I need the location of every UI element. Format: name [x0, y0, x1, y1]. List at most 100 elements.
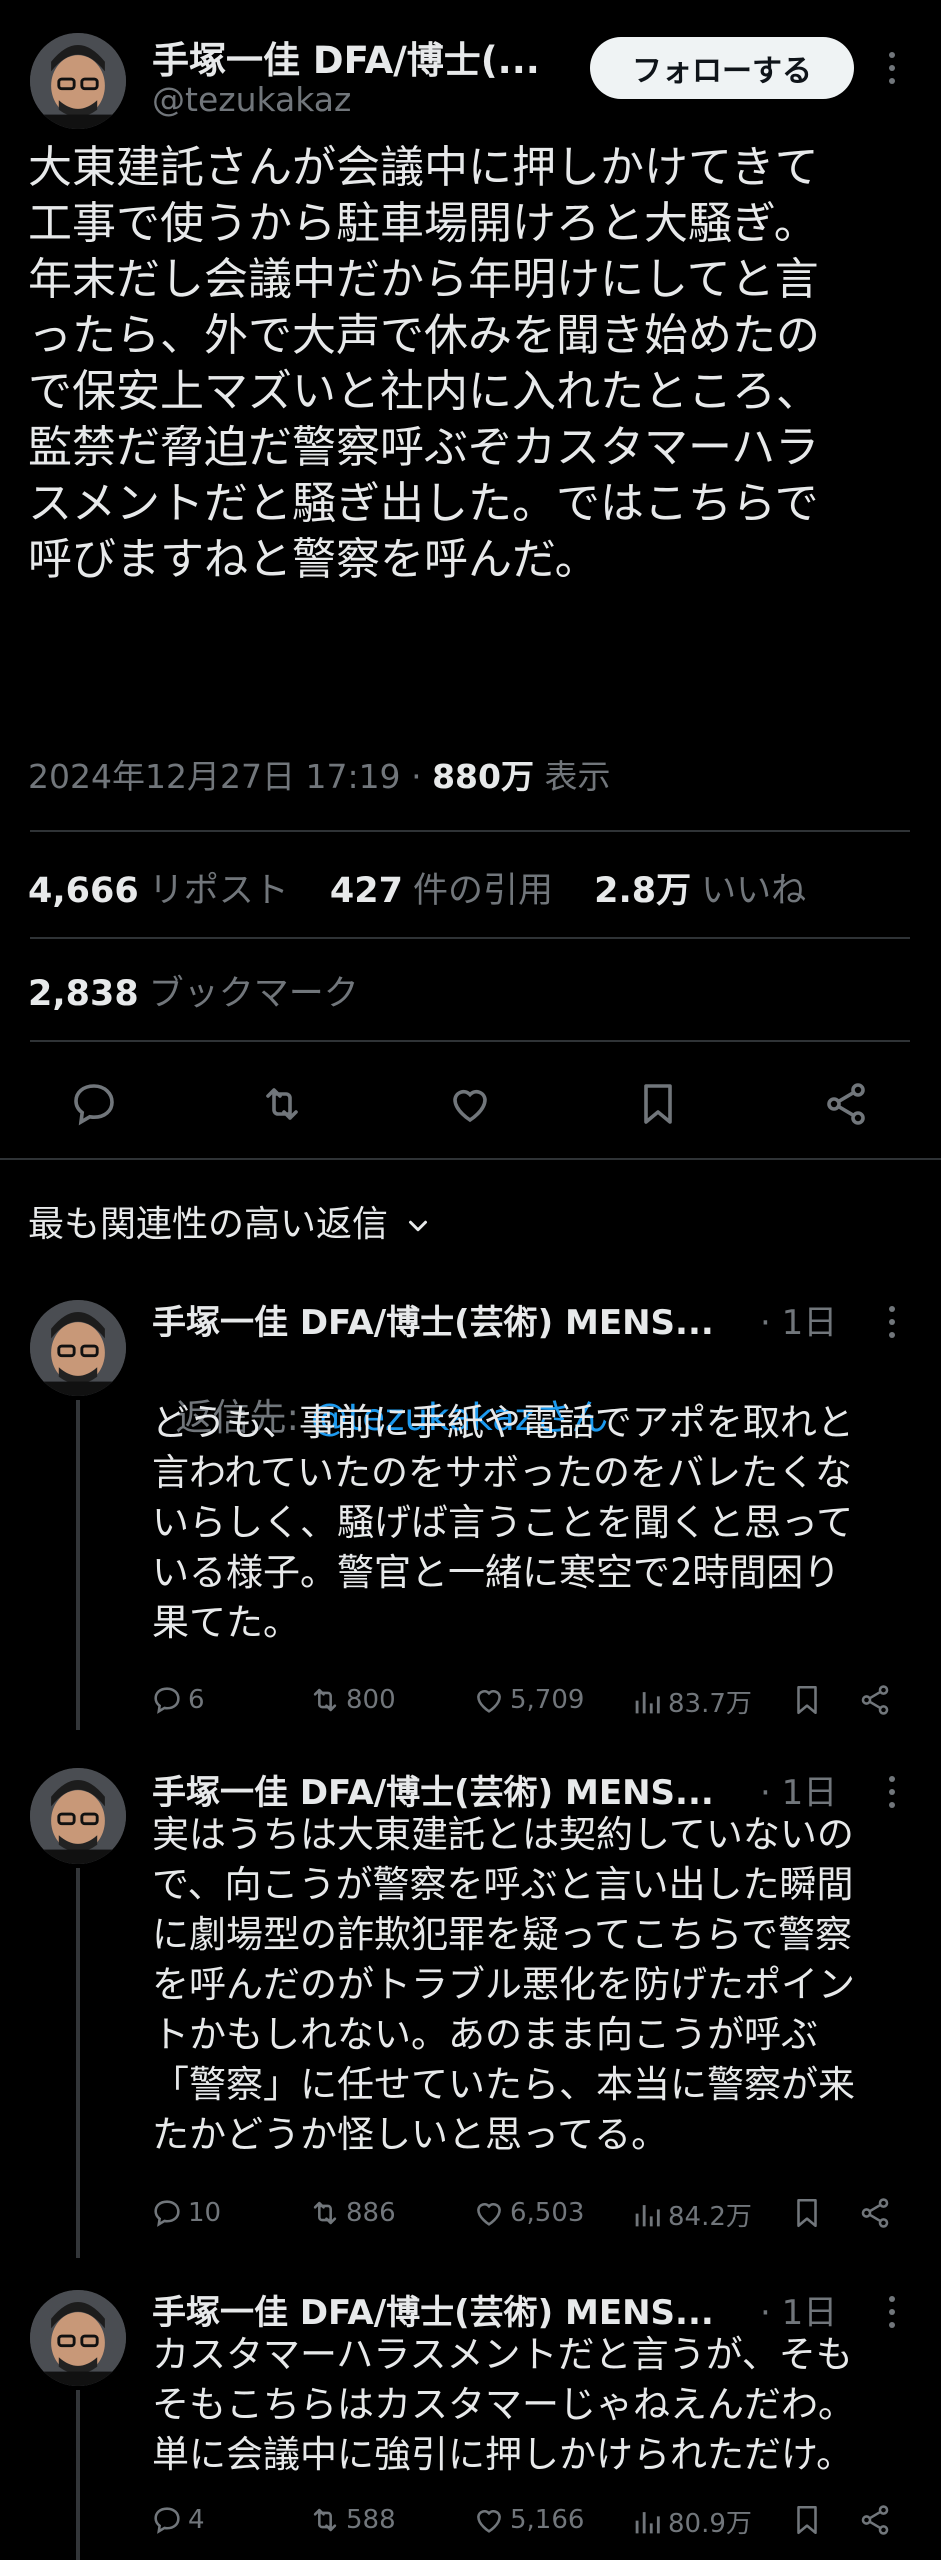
reply-icon — [154, 1687, 180, 1714]
tweet-date[interactable]: 2024年12月27日 17:19 — [28, 757, 401, 796]
like-button[interactable]: 5,166 — [472, 2503, 584, 2537]
bookmark-button[interactable] — [790, 1683, 824, 1717]
like-icon — [477, 1690, 501, 1713]
reply-text: カスタマーハラスメントだと言うが、そも そもこちらはカスタマーじゃねえんだわ。 … — [152, 2333, 855, 2476]
like-count[interactable]: 2.8万 — [594, 871, 691, 911]
engagement-stats: 4,666 リポスト 427 件の引用 2.8万 いいね — [28, 862, 836, 913]
view-count: 80.9万 — [668, 2509, 752, 2539]
thread-line — [76, 1400, 80, 1730]
reply-icon[interactable] — [70, 1080, 118, 1128]
reply-action-bar: 10 886 6,503 84.2万 — [0, 2196, 941, 2240]
meta-separator: · — [411, 757, 422, 796]
divider — [30, 937, 910, 939]
views-button[interactable]: 83.7万 — [630, 1683, 752, 1720]
reply-count: 10 — [188, 2198, 222, 2228]
chevron-down-icon — [409, 1220, 428, 1232]
bookmark-stats: 2,838 ブックマーク — [28, 965, 389, 1016]
like-count: 6,503 — [510, 2198, 585, 2228]
reply-sort-dropdown[interactable]: 最も関連性の高い返信 — [28, 1195, 433, 1247]
tweet-meta: 2024年12月27日 17:19 · 880万 表示 — [28, 750, 610, 798]
share-icon[interactable] — [822, 1080, 870, 1128]
reply-avatar[interactable] — [30, 1768, 126, 1864]
analytics-icon — [635, 2204, 660, 2226]
divider — [30, 1040, 910, 1042]
view-count: 83.7万 — [668, 1689, 752, 1719]
bookmark-label[interactable]: ブックマーク — [149, 974, 359, 1014]
like-icon — [477, 2203, 501, 2226]
divider — [0, 1158, 941, 1160]
bookmark-icon — [797, 1685, 817, 1715]
follow-button[interactable]: フォローする — [590, 37, 854, 99]
repost-button[interactable]: 886 — [308, 2196, 396, 2230]
bookmark-button[interactable] — [790, 2196, 824, 2230]
more-options-icon[interactable] — [886, 52, 898, 84]
repost-count: 588 — [346, 2505, 396, 2535]
reply-sort-label: 最も関連性の高い返信 — [28, 1204, 389, 1245]
repost-icon[interactable] — [258, 1080, 306, 1128]
bookmark-count[interactable]: 2,838 — [28, 974, 139, 1014]
more-options-icon[interactable] — [886, 2296, 898, 2328]
quote-count[interactable]: 427 — [330, 871, 403, 911]
reply-text: 実はうちは大東建託とは契約していないの で、向こうが警察を呼ぶと言い出した瞬間 … — [152, 1813, 855, 2156]
reply-icon — [154, 2200, 180, 2227]
reply-author-name[interactable]: 手塚一佳 DFA/博士(芸術) MENS... — [152, 1765, 714, 1814]
like-label[interactable]: いいね — [701, 871, 806, 911]
share-icon — [861, 2505, 889, 2535]
reply-count: 6 — [188, 1685, 205, 1715]
author-handle[interactable]: @tezukakaz — [152, 80, 351, 119]
repost-icon — [313, 2201, 337, 2225]
divider — [30, 830, 910, 832]
repost-button[interactable]: 800 — [308, 1683, 396, 1717]
like-count: 5,709 — [510, 1685, 585, 1715]
reply-button[interactable]: 10 — [150, 2196, 221, 2230]
repost-count: 886 — [346, 2198, 396, 2228]
repost-icon — [313, 1688, 337, 1712]
repost-label[interactable]: リポスト — [149, 871, 289, 911]
share-button[interactable] — [858, 2196, 892, 2230]
repost-button[interactable]: 588 — [308, 2503, 396, 2537]
like-button[interactable]: 6,503 — [472, 2196, 584, 2230]
more-options-icon[interactable] — [886, 1306, 898, 1338]
view-count: 84.2万 — [668, 2202, 752, 2232]
reply-author-name[interactable]: 手塚一佳 DFA/博士(芸術) MENS... — [152, 2285, 714, 2334]
reply-avatar[interactable] — [30, 1300, 126, 1396]
reply-author-name[interactable]: 手塚一佳 DFA/博士(芸術) MENS... — [152, 1295, 714, 1344]
more-options-icon[interactable] — [886, 1776, 898, 1808]
reply-time[interactable]: · 1日 — [760, 2285, 837, 2334]
repost-icon — [313, 2508, 337, 2532]
view-label: 表示 — [544, 757, 611, 796]
bookmark-icon — [797, 2505, 817, 2535]
reply-button[interactable]: 6 — [150, 1683, 205, 1717]
tweet-text: 大東建託さんが会議中に押しかけてきて 工事で使うから駐車場開けろと大騒ぎ。 年末… — [28, 142, 820, 585]
bookmark-icon — [797, 2198, 817, 2228]
share-icon — [861, 2198, 889, 2228]
reply-avatar[interactable] — [30, 2290, 126, 2386]
repost-count: 800 — [346, 1685, 396, 1715]
like-button[interactable]: 5,709 — [472, 1683, 584, 1717]
share-button[interactable] — [858, 2503, 892, 2537]
quote-label[interactable]: 件の引用 — [413, 871, 553, 911]
reply-button[interactable]: 4 — [150, 2503, 205, 2537]
share-icon — [861, 1685, 889, 1715]
reply-action-bar: 4 588 5,166 80.9万 — [0, 2503, 941, 2547]
author-avatar[interactable] — [30, 33, 126, 129]
reply-action-bar: 6 800 5,709 83.7万 — [0, 1683, 941, 1727]
author-name[interactable]: 手塚一佳 DFA/博士(... — [152, 30, 540, 84]
bookmark-button[interactable] — [790, 2503, 824, 2537]
like-icon — [477, 2510, 501, 2533]
view-count: 880万 — [432, 757, 534, 796]
share-button[interactable] — [858, 1683, 892, 1717]
reply-time[interactable]: · 1日 — [760, 1765, 837, 1814]
views-button[interactable]: 80.9万 — [630, 2503, 752, 2540]
like-icon[interactable] — [446, 1080, 494, 1128]
repost-count[interactable]: 4,666 — [28, 871, 139, 911]
reply-time[interactable]: · 1日 — [760, 1295, 837, 1344]
reply-text: どうも、事前に手紙や電話でアポを取れと 言われていたのをサボったのをバレたくな … — [152, 1401, 854, 1644]
reply-count: 4 — [188, 2505, 205, 2535]
analytics-icon — [635, 1691, 660, 1713]
views-button[interactable]: 84.2万 — [630, 2196, 752, 2233]
like-count: 5,166 — [510, 2505, 585, 2535]
analytics-icon — [635, 2511, 660, 2533]
bookmark-icon[interactable] — [634, 1080, 682, 1128]
tweet-action-bar — [0, 1070, 941, 1140]
